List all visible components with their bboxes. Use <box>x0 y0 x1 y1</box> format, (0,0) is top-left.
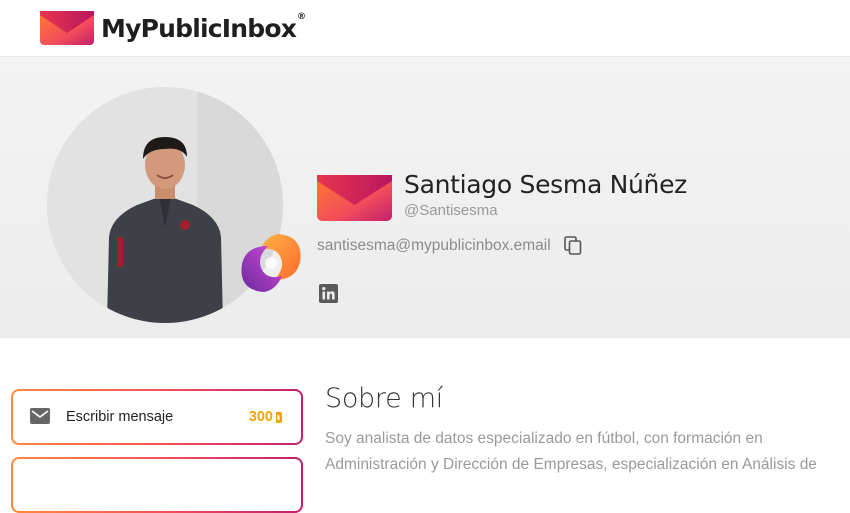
write-message-price: 300 <box>249 409 283 425</box>
linkedin-icon[interactable] <box>319 284 338 303</box>
mail-icon <box>30 408 50 424</box>
about-title: Sobre mí <box>325 383 443 414</box>
profile-name: Santiago Sesma Núñez <box>404 170 688 199</box>
copy-icon[interactable] <box>564 236 582 256</box>
profile-handle: @Santisesma <box>404 202 498 219</box>
swirl-badge-icon <box>241 234 301 292</box>
registered-mark: ® <box>297 11 306 22</box>
about-text: Soy analista de datos especializado en f… <box>325 426 845 478</box>
about-line: Soy analista de datos especializado en f… <box>325 430 763 447</box>
top-navbar: MyPublicInbox® <box>0 0 850 57</box>
write-message-label: Escribir mensaje <box>66 409 174 425</box>
profile-hero: Santiago Sesma Núñez @Santisesma santise… <box>0 58 850 338</box>
about-line: Administración y Dirección de Empresas, … <box>325 456 817 473</box>
mypublicinbox-logo-icon <box>40 11 94 45</box>
write-message-button[interactable]: Escribir mensaje 300 <box>11 389 303 445</box>
secondary-action-button-inner <box>13 459 301 511</box>
price-value: 300 <box>248 409 273 425</box>
secondary-action-button[interactable] <box>11 457 303 513</box>
logo-text: MyPublicInbox® <box>101 11 306 43</box>
write-message-button-inner: Escribir mensaje 300 <box>13 391 301 443</box>
coin-icon <box>276 411 282 423</box>
logo-link[interactable]: MyPublicInbox® <box>39 9 306 47</box>
profile-email[interactable]: santisesma@mypublicinbox.email <box>317 237 551 255</box>
mypublicinbox-envelope-icon <box>317 175 392 221</box>
